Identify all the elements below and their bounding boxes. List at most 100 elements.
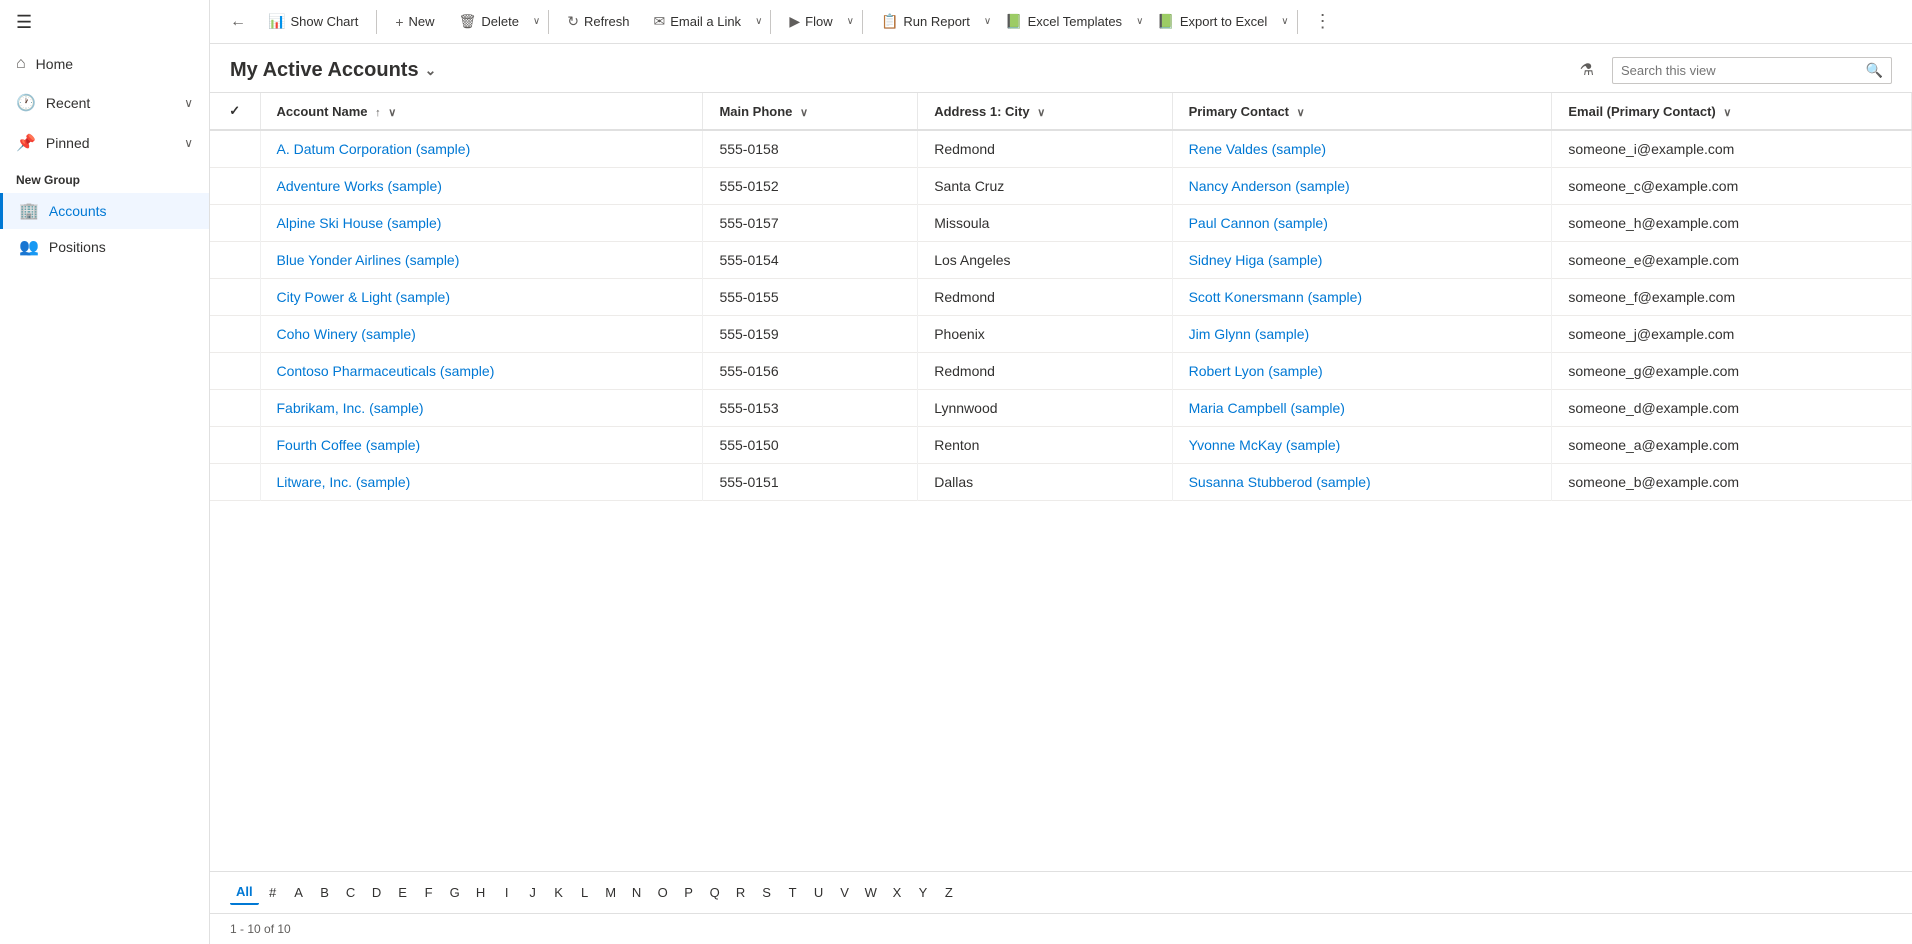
email-link-button[interactable]: ✉ Email a Link (644, 8, 752, 35)
alpha-btn-j[interactable]: J (521, 881, 545, 904)
alpha-btn-o[interactable]: O (651, 881, 675, 904)
show-chart-button[interactable]: 📊 Show Chart (258, 8, 368, 35)
run-report-dropdown-arrow[interactable]: ∨ (984, 16, 991, 27)
hamburger-menu[interactable]: ☰ (0, 0, 209, 45)
alpha-btn-i[interactable]: I (495, 881, 519, 904)
row-checkbox[interactable] (210, 316, 260, 353)
alpha-btn-e[interactable]: E (391, 881, 415, 904)
delete-button[interactable]: 🗑 Delete (449, 8, 529, 35)
main-phone-dropdown-icon[interactable]: ∨ (800, 107, 808, 119)
sidebar-item-home[interactable]: ⌂ Home (0, 45, 209, 83)
new-group-label: New Group (0, 163, 209, 193)
recent-icon: 🕐 (16, 93, 36, 113)
contact-link[interactable]: Maria Campbell (sample) (1189, 400, 1345, 416)
alpha-btn-b[interactable]: B (313, 881, 337, 904)
alpha-btn-c[interactable]: C (339, 881, 363, 904)
account-name-link[interactable]: Coho Winery (sample) (277, 326, 416, 342)
alpha-btn-s[interactable]: S (755, 881, 779, 904)
alpha-btn-d[interactable]: D (365, 881, 389, 904)
city-col-label: Address 1: City (934, 104, 1029, 119)
new-button[interactable]: + New (385, 9, 444, 35)
alpha-btn-z[interactable]: Z (937, 881, 961, 904)
row-checkbox[interactable] (210, 464, 260, 501)
email-dropdown-icon[interactable]: ∨ (1723, 107, 1731, 119)
back-button[interactable]: ← (222, 9, 254, 35)
account-name-link[interactable]: Fourth Coffee (sample) (277, 437, 421, 453)
table-row: Fourth Coffee (sample) 555-0150 Renton Y… (210, 427, 1912, 464)
excel-templates-dropdown-arrow[interactable]: ∨ (1136, 16, 1143, 27)
alpha-btn-u[interactable]: U (807, 881, 831, 904)
contact-link[interactable]: Paul Cannon (sample) (1189, 215, 1328, 231)
select-all-check[interactable]: ✓ (229, 103, 240, 118)
alpha-btn-v[interactable]: V (833, 881, 857, 904)
account-name-link[interactable]: Fabrikam, Inc. (sample) (277, 400, 424, 416)
row-checkbox[interactable] (210, 205, 260, 242)
sidebar-item-accounts[interactable]: 🏢 Accounts (0, 193, 209, 229)
contact-link[interactable]: Rene Valdes (sample) (1189, 141, 1326, 157)
account-name-link[interactable]: City Power & Light (sample) (277, 289, 451, 305)
alpha-btn-k[interactable]: K (547, 881, 571, 904)
account-name-dropdown-icon[interactable]: ∨ (388, 107, 396, 119)
alpha-btn-w[interactable]: W (859, 881, 883, 904)
delete-dropdown-arrow[interactable]: ∨ (533, 16, 540, 27)
sidebar-item-recent[interactable]: 🕐 Recent ∨ (0, 83, 209, 123)
run-report-button[interactable]: 📋 Run Report (871, 8, 980, 35)
contact-link[interactable]: Susanna Stubberod (sample) (1189, 474, 1371, 490)
search-input[interactable] (1621, 63, 1860, 78)
contact-link[interactable]: Jim Glynn (sample) (1189, 326, 1310, 342)
alpha-btn-t[interactable]: T (781, 881, 805, 904)
more-options-icon[interactable]: ⋮ (1306, 7, 1340, 36)
row-checkbox[interactable] (210, 353, 260, 390)
toolbar-divider-3 (770, 10, 771, 34)
alpha-btn-h[interactable]: H (469, 881, 493, 904)
contact-link[interactable]: Sidney Higa (sample) (1189, 252, 1323, 268)
view-title-dropdown-icon[interactable]: ⌄ (425, 62, 437, 79)
flow-button[interactable]: ▶ Flow (779, 8, 842, 35)
account-name-link[interactable]: Contoso Pharmaceuticals (sample) (277, 363, 495, 379)
show-chart-icon: 📊 (268, 13, 285, 30)
alpha-btn-x[interactable]: X (885, 881, 909, 904)
primary-contact-dropdown-icon[interactable]: ∨ (1297, 107, 1305, 119)
filter-button[interactable]: ⚗ (1572, 56, 1602, 84)
contact-link[interactable]: Robert Lyon (sample) (1189, 363, 1323, 379)
email-dropdown-arrow[interactable]: ∨ (755, 16, 762, 27)
toolbar-divider-4 (862, 10, 863, 34)
row-checkbox[interactable] (210, 279, 260, 316)
alpha-btn-n[interactable]: N (625, 881, 649, 904)
sidebar-item-pinned[interactable]: 📌 Pinned ∨ (0, 123, 209, 163)
alpha-btn-#[interactable]: # (261, 881, 285, 904)
alpha-btn-r[interactable]: R (729, 881, 753, 904)
export-excel-button[interactable]: 📗 Export to Excel (1147, 8, 1277, 35)
row-checkbox[interactable] (210, 130, 260, 168)
account-name-link[interactable]: Litware, Inc. (sample) (277, 474, 411, 490)
alpha-btn-f[interactable]: F (417, 881, 441, 904)
excel-templates-button[interactable]: 📗 Excel Templates (995, 8, 1132, 35)
account-name-link[interactable]: Blue Yonder Airlines (sample) (277, 252, 460, 268)
account-name-sort-asc-icon[interactable]: ↑ (375, 107, 381, 119)
row-checkbox[interactable] (210, 390, 260, 427)
table-row: Coho Winery (sample) 555-0159 Phoenix Ji… (210, 316, 1912, 353)
alpha-btn-y[interactable]: Y (911, 881, 935, 904)
contact-link[interactable]: Yvonne McKay (sample) (1189, 437, 1341, 453)
contact-link[interactable]: Nancy Anderson (sample) (1189, 178, 1350, 194)
alpha-btn-l[interactable]: L (573, 881, 597, 904)
sidebar-item-positions[interactable]: 👥 Positions (0, 229, 209, 265)
alpha-btn-m[interactable]: M (599, 881, 623, 904)
row-checkbox[interactable] (210, 427, 260, 464)
city-dropdown-icon[interactable]: ∨ (1037, 107, 1045, 119)
refresh-button[interactable]: ↻ Refresh (557, 8, 639, 35)
row-checkbox[interactable] (210, 168, 260, 205)
flow-dropdown-arrow[interactable]: ∨ (847, 16, 854, 27)
alpha-btn-q[interactable]: Q (703, 881, 727, 904)
row-checkbox[interactable] (210, 242, 260, 279)
col-header-email: Email (Primary Contact) ∨ (1552, 93, 1912, 130)
account-name-link[interactable]: Adventure Works (sample) (277, 178, 442, 194)
account-name-link[interactable]: A. Datum Corporation (sample) (277, 141, 471, 157)
alpha-btn-g[interactable]: G (443, 881, 467, 904)
account-name-link[interactable]: Alpine Ski House (sample) (277, 215, 442, 231)
export-excel-dropdown-arrow[interactable]: ∨ (1281, 16, 1288, 27)
alpha-btn-all[interactable]: All (230, 880, 259, 905)
contact-link[interactable]: Scott Konersmann (sample) (1189, 289, 1363, 305)
alpha-btn-p[interactable]: P (677, 881, 701, 904)
alpha-btn-a[interactable]: A (287, 881, 311, 904)
